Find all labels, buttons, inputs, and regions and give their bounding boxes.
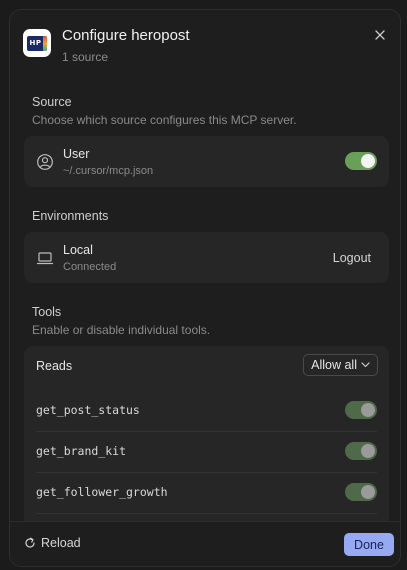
source-section-title: Source: [32, 95, 72, 109]
tool-group-label: Reads: [36, 359, 73, 373]
reload-button[interactable]: Reload: [24, 536, 81, 550]
allow-all-dropdown[interactable]: Allow all: [303, 354, 378, 376]
close-icon: [375, 30, 385, 40]
logo-text: HP: [29, 39, 42, 47]
source-user-label: User: [63, 147, 90, 161]
environments-section-title: Environments: [32, 209, 109, 223]
configure-dialog: HP Configure heropost 1 source Source Ch…: [9, 9, 401, 567]
tools-card-reads: Reads Allow all get_post_status get_bran…: [24, 346, 389, 546]
tool-name: get_post_status: [36, 403, 140, 417]
done-button[interactable]: Done: [344, 533, 394, 556]
tools-section-description: Enable or disable individual tools.: [32, 323, 211, 337]
environment-local-status: Connected: [63, 261, 117, 273]
reload-icon: [25, 537, 35, 548]
dialog-subtitle: 1 source: [62, 50, 109, 64]
environment-card-local: Local Connected Logout: [24, 232, 389, 283]
logout-button[interactable]: Logout: [333, 251, 371, 265]
heropost-logo: HP: [23, 29, 51, 57]
tool-toggle-get-brand-kit[interactable]: [345, 442, 377, 460]
source-user-toggle[interactable]: [345, 152, 377, 170]
tool-toggle-get-follower-growth[interactable]: [345, 483, 377, 501]
environment-local-label: Local: [63, 243, 93, 257]
tool-row: get_follower_growth: [24, 472, 389, 513]
tool-name: get_brand_kit: [36, 444, 127, 458]
source-section-description: Choose which source configures this MCP …: [32, 113, 297, 127]
tool-toggle-get-post-status[interactable]: [345, 401, 377, 419]
tool-name: get_follower_growth: [36, 485, 168, 499]
source-card-user: User ~/.cursor/mcp.json: [24, 136, 389, 187]
chevron-down-icon: [361, 362, 370, 368]
laptop-icon: [36, 252, 54, 265]
dialog-header: HP Configure heropost 1 source: [23, 27, 390, 71]
dialog-title: Configure heropost: [62, 27, 190, 44]
allow-all-label: Allow all: [311, 358, 357, 372]
reload-label: Reload: [41, 536, 81, 550]
tool-row: get_brand_kit: [24, 431, 389, 472]
user-icon: [37, 154, 53, 170]
tools-section-title: Tools: [32, 305, 62, 319]
dialog-footer: Reload Done: [10, 521, 400, 566]
source-user-path: ~/.cursor/mcp.json: [63, 165, 154, 177]
tool-row: get_post_status: [24, 390, 389, 431]
close-button[interactable]: [372, 27, 388, 43]
